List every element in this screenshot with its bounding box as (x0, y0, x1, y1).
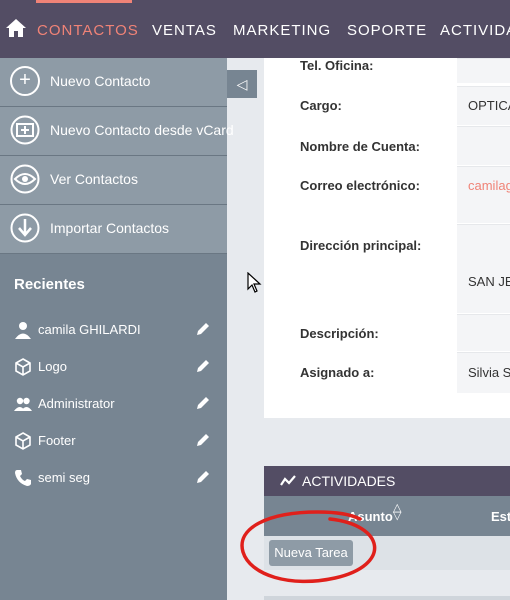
edit-pencil-icon[interactable] (194, 468, 212, 486)
edit-pencil-icon[interactable] (194, 431, 212, 449)
recent-item-label: Logo (38, 359, 67, 374)
recent-item-label: semi seg (38, 470, 91, 485)
edit-pencil-icon[interactable] (194, 320, 212, 338)
field-value-box (457, 58, 510, 83)
column-estado[interactable]: Esta (491, 509, 510, 524)
field-label: Nombre de Cuenta: (300, 139, 420, 154)
nav-marketing[interactable]: MARKETING (233, 22, 331, 39)
nav-ventas[interactable]: VENTAS (152, 22, 217, 39)
mouse-cursor-icon (247, 272, 262, 293)
sidebar-action-new-contact[interactable]: + Nuevo Contacto (0, 58, 227, 107)
recent-item[interactable]: Administrator (0, 390, 227, 420)
field-row-direccion: Dirección principal: SAN JE (264, 224, 510, 314)
field-value: SAN JE (468, 274, 510, 289)
phone-icon (15, 470, 31, 486)
field-value: OPTICA (468, 98, 510, 113)
field-value-box (457, 314, 510, 351)
contact-detail-panel: Tel. Oficina: Cargo: OPTICA Nombre de Cu… (264, 58, 510, 418)
field-label: Cargo: (300, 98, 342, 113)
top-navigation: CONTACTOS VENTAS MARKETING SOPORTE ACTIV… (0, 0, 510, 58)
recent-title: Recientes (14, 276, 85, 293)
recent-item[interactable]: semi seg (0, 464, 227, 494)
recent-item-label: camila GHILARDI (38, 322, 141, 337)
action-label: Nuevo Contacto desde vCard (50, 122, 234, 138)
action-label: Ver Contactos (50, 171, 138, 187)
nav-contactos[interactable]: CONTACTOS (37, 22, 139, 39)
field-row-descripcion: Descripción: (264, 314, 510, 352)
field-label: Correo electrónico: (300, 178, 420, 193)
field-label: Dirección principal: (300, 238, 422, 253)
activities-title: ACTIVIDADES (302, 473, 396, 489)
active-tab-indicator (36, 0, 132, 3)
sidebar-action-new-contact-vcard[interactable]: Nuevo Contacto desde vCard (0, 107, 234, 156)
user-icon (15, 322, 31, 339)
field-label: Asignado a: (300, 365, 375, 380)
sidebar: + Nuevo Contacto Nuevo Contacto desde vC… (0, 58, 234, 600)
cube-icon (15, 432, 31, 450)
field-row-asignado: Asignado a: Silvia S (264, 352, 510, 394)
column-asunto[interactable]: Asunto (348, 509, 393, 524)
assigned-user-link[interactable]: Silvia S (468, 365, 510, 380)
activity-chart-icon (280, 475, 296, 486)
field-value-box (457, 224, 510, 313)
eye-icon (10, 164, 40, 194)
home-icon[interactable] (5, 18, 27, 38)
sidebar-action-view-contacts[interactable]: Ver Contactos (0, 156, 227, 205)
action-label: Importar Contactos (50, 220, 170, 236)
edit-pencil-icon[interactable] (194, 394, 212, 412)
field-value-box (457, 126, 510, 165)
nav-soporte[interactable]: SOPORTE (347, 22, 427, 39)
nav-actividades[interactable]: ACTIVIDA (440, 22, 510, 39)
recent-item[interactable]: Logo (0, 353, 227, 383)
activities-column-header: Asunto △▽ Esta (264, 496, 510, 536)
recent-item[interactable]: Footer (0, 427, 227, 457)
activities-panel-header[interactable]: ACTIVIDADES (264, 466, 510, 496)
new-task-button[interactable]: Nueva Tarea (269, 540, 353, 566)
sort-arrows-icon[interactable]: △ ▽ (393, 503, 401, 522)
field-row-cargo: Cargo: OPTICA (264, 86, 510, 126)
sidebar-action-import-contacts[interactable]: Importar Contactos (0, 205, 227, 254)
field-row-nombre-cuenta: Nombre de Cuenta: (264, 126, 510, 166)
email-link[interactable]: camilagh (468, 178, 510, 193)
field-label: Descripción: (300, 326, 379, 341)
action-label: Nuevo Contacto (50, 73, 151, 89)
field-row-tel-oficina: Tel. Oficina: (264, 58, 510, 86)
cube-icon (15, 358, 31, 376)
users-icon (14, 397, 32, 411)
vcard-icon (10, 115, 40, 145)
field-label: Tel. Oficina: (300, 58, 374, 73)
field-value-box (457, 166, 510, 223)
edit-pencil-icon[interactable] (194, 357, 212, 375)
recent-item-label: Footer (38, 433, 76, 448)
recent-item[interactable]: camila GHILARDI (0, 316, 227, 346)
plus-circle-icon: + (10, 66, 40, 96)
field-row-correo: Correo electrónico: camilagh (264, 166, 510, 224)
recent-item-label: Administrator (38, 396, 115, 411)
download-icon (10, 213, 40, 243)
next-panel-edge (264, 596, 510, 600)
collapse-sidebar-button[interactable]: ◁ (227, 70, 257, 98)
